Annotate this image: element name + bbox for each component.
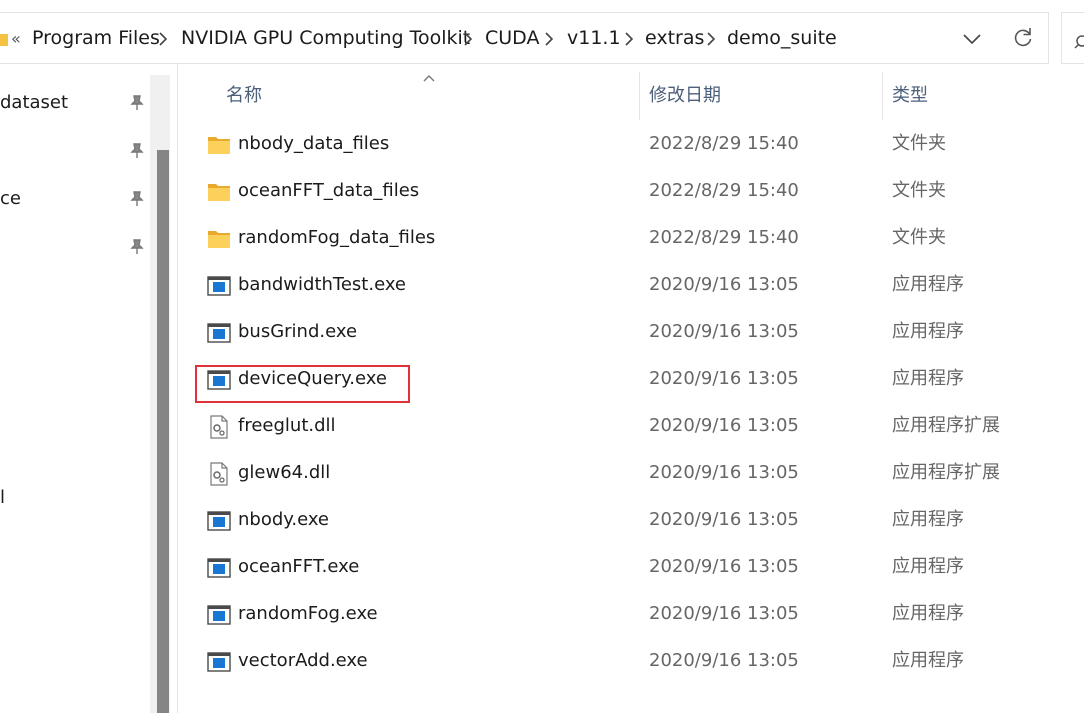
chevron-right-icon[interactable] <box>463 32 473 46</box>
file-name[interactable]: randomFog_data_files <box>238 226 435 250</box>
file-row[interactable]: nbody.exe 2020/9/16 13:05 应用程序 <box>196 497 1084 544</box>
file-name[interactable]: busGrind.exe <box>238 320 357 344</box>
file-row[interactable]: busGrind.exe 2020/9/16 13:05 应用程序 <box>196 309 1084 356</box>
file-row[interactable]: nbody_data_files 2022/8/29 15:40 文件夹 <box>196 121 1084 168</box>
chevron-right-icon[interactable] <box>544 32 554 46</box>
file-name[interactable]: randomFog.exe <box>238 602 378 626</box>
file-date-modified: 2020/9/16 13:05 <box>649 368 799 389</box>
folder-icon <box>207 227 231 251</box>
file-name[interactable]: nbody_data_files <box>238 132 389 156</box>
file-name[interactable]: bandwidthTest.exe <box>238 273 406 297</box>
breadcrumb-demo-suite[interactable]: demo_suite <box>727 26 837 50</box>
file-date-modified: 2020/9/16 13:05 <box>649 650 799 671</box>
file-name[interactable]: oceanFFT_data_files <box>238 179 419 203</box>
exe-icon <box>207 509 231 533</box>
pin-icon[interactable] <box>128 94 146 112</box>
file-date-modified: 2022/8/29 15:40 <box>649 180 799 201</box>
file-type: 应用程序扩展 <box>892 462 1000 483</box>
file-date-modified: 2020/9/16 13:05 <box>649 603 799 624</box>
file-date-modified: 2020/9/16 13:05 <box>649 509 799 530</box>
search-box[interactable] <box>1061 12 1084 64</box>
exe-icon <box>207 274 231 298</box>
folder-icon <box>207 180 231 204</box>
file-date-modified: 2020/9/16 13:05 <box>649 556 799 577</box>
file-name[interactable]: oceanFFT.exe <box>238 555 359 579</box>
file-row[interactable]: randomFog.exe 2020/9/16 13:05 应用程序 <box>196 591 1084 638</box>
file-type: 应用程序 <box>892 368 964 389</box>
chevron-down-icon[interactable] <box>962 32 982 46</box>
file-row[interactable]: bandwidthTest.exe 2020/9/16 13:05 应用程序 <box>196 262 1084 309</box>
breadcrumb-extras[interactable]: extras <box>645 26 704 50</box>
file-date-modified: 2020/9/16 13:05 <box>649 462 799 483</box>
file-row[interactable]: deviceQuery.exe 2020/9/16 13:05 应用程序 <box>196 356 1084 403</box>
file-type: 应用程序 <box>892 274 964 295</box>
file-name[interactable]: vectorAdd.exe <box>238 649 368 673</box>
file-row[interactable]: randomFog_data_files 2022/8/29 15:40 文件夹 <box>196 215 1084 262</box>
nav-item-dataset[interactable]: dataset <box>0 91 68 115</box>
scrollbar-thumb[interactable] <box>157 150 169 713</box>
column-header-date-modified[interactable]: 修改日期 <box>649 84 721 108</box>
chevron-right-icon[interactable] <box>624 32 634 46</box>
file-row[interactable]: glew64.dll 2020/9/16 13:05 应用程序扩展 <box>196 450 1084 497</box>
file-date-modified: 2020/9/16 13:05 <box>649 415 799 436</box>
file-type: 应用程序 <box>892 650 964 671</box>
breadcrumb-nvidia-gpu-computing-toolkit[interactable]: NVIDIA GPU Computing Toolkit <box>181 26 470 50</box>
pin-icon[interactable] <box>128 190 146 208</box>
sort-ascending-icon <box>423 75 435 82</box>
dll-icon <box>207 415 231 439</box>
pin-icon[interactable] <box>128 142 146 160</box>
file-type: 文件夹 <box>892 227 946 248</box>
file-row[interactable]: vectorAdd.exe 2020/9/16 13:05 应用程序 <box>196 638 1084 685</box>
column-header-type[interactable]: 类型 <box>892 84 928 108</box>
file-date-modified: 2022/8/29 15:40 <box>649 227 799 248</box>
exe-icon <box>207 650 231 674</box>
file-type: 应用程序 <box>892 603 964 624</box>
refresh-icon[interactable] <box>1012 26 1034 48</box>
file-name[interactable]: deviceQuery.exe <box>238 367 387 391</box>
chevron-right-icon[interactable] <box>706 32 716 46</box>
column-divider[interactable] <box>882 72 883 120</box>
search-icon <box>1074 35 1084 49</box>
file-type: 应用程序扩展 <box>892 415 1000 436</box>
file-type: 文件夹 <box>892 133 946 154</box>
pin-icon[interactable] <box>128 238 146 256</box>
column-header-name[interactable]: 名称 <box>226 84 262 108</box>
exe-icon <box>207 368 231 392</box>
column-divider[interactable] <box>639 72 640 120</box>
address-bar[interactable]: « Program Files NVIDIA GPU Computing Too… <box>0 12 1049 64</box>
file-date-modified: 2020/9/16 13:05 <box>649 321 799 342</box>
nav-item-l[interactable]: l <box>0 486 5 510</box>
exe-icon <box>207 603 231 627</box>
folder-icon <box>207 133 231 157</box>
breadcrumb-v11-1[interactable]: v11.1 <box>567 26 621 50</box>
pane-divider[interactable] <box>177 64 178 713</box>
file-type: 应用程序 <box>892 321 964 342</box>
dll-icon <box>207 462 231 486</box>
exe-icon <box>207 556 231 580</box>
breadcrumb-cuda[interactable]: CUDA <box>485 26 539 50</box>
file-type: 应用程序 <box>892 509 964 530</box>
chevron-right-icon[interactable] <box>158 32 168 46</box>
nav-item-ce[interactable]: ce <box>0 187 21 211</box>
breadcrumb-overflow[interactable]: « <box>11 27 21 51</box>
file-name[interactable]: nbody.exe <box>238 508 329 532</box>
file-type: 应用程序 <box>892 556 964 577</box>
exe-icon <box>207 321 231 345</box>
file-name[interactable]: glew64.dll <box>238 461 330 485</box>
file-name[interactable]: freeglut.dll <box>238 414 336 438</box>
file-row[interactable]: oceanFFT.exe 2020/9/16 13:05 应用程序 <box>196 544 1084 591</box>
navigation-pane <box>0 64 170 713</box>
file-date-modified: 2022/8/29 15:40 <box>649 133 799 154</box>
file-row[interactable]: freeglut.dll 2020/9/16 13:05 应用程序扩展 <box>196 403 1084 450</box>
breadcrumb-program-files[interactable]: Program Files <box>32 26 160 50</box>
file-type: 文件夹 <box>892 180 946 201</box>
file-date-modified: 2020/9/16 13:05 <box>649 274 799 295</box>
folder-icon <box>0 34 8 46</box>
file-row[interactable]: oceanFFT_data_files 2022/8/29 15:40 文件夹 <box>196 168 1084 215</box>
